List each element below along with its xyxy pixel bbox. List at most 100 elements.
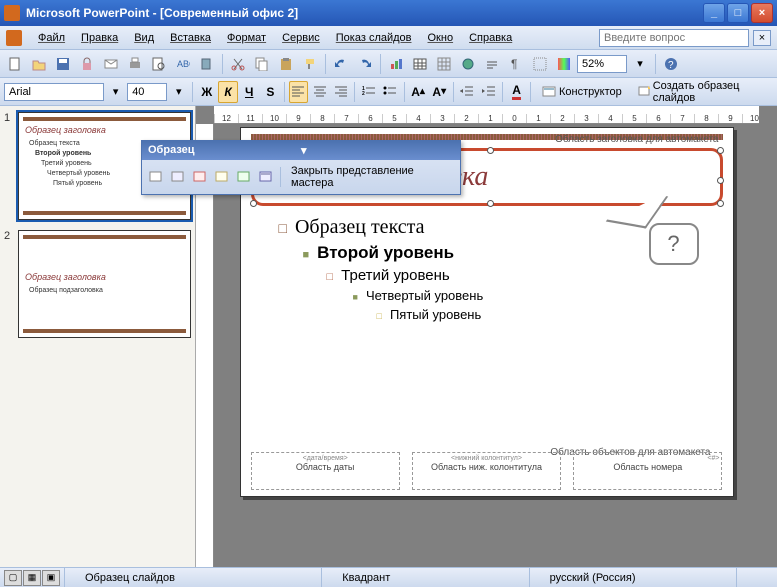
show-formatting-button[interactable]: ¶ (505, 53, 527, 75)
tables-borders-button[interactable] (433, 53, 455, 75)
close-master-view-button[interactable]: Закрыть представление мастера (285, 163, 456, 191)
insert-title-master-button[interactable] (168, 167, 188, 187)
menu-slideshow[interactable]: Показ слайдов (328, 29, 420, 47)
insert-slide-master-button[interactable] (146, 167, 166, 187)
separator (280, 167, 281, 187)
new-button[interactable] (4, 53, 26, 75)
cut-button[interactable] (227, 53, 249, 75)
standard-toolbar: ABC ¶ ▾ ? (0, 50, 777, 78)
outline-level-3[interactable]: Третий уровень (327, 267, 713, 284)
open-button[interactable] (28, 53, 50, 75)
permission-button[interactable] (76, 53, 98, 75)
grid-guides-button[interactable] (529, 53, 551, 75)
font-color-button[interactable]: A (507, 81, 526, 103)
align-left-button[interactable] (289, 81, 308, 103)
master-view-toolbar[interactable]: Образец ▾ Закрыть представление мастера (141, 140, 461, 195)
outdent-icon (460, 85, 474, 99)
ask-question-input[interactable] (599, 29, 749, 47)
menu-view[interactable]: Вид (126, 29, 162, 47)
redo-icon (358, 57, 372, 71)
align-center-icon (313, 85, 327, 99)
lock-icon (80, 57, 94, 71)
date-placeholder[interactable]: <дата/время>Область даты (251, 452, 400, 490)
guides-icon (533, 57, 547, 71)
size-dropdown[interactable]: ▾ (169, 81, 188, 103)
open-icon (32, 57, 46, 71)
menu-file[interactable]: Файл (30, 29, 73, 47)
designer-button[interactable]: Конструктор (535, 81, 629, 103)
menu-insert[interactable]: Вставка (162, 29, 219, 47)
help-callout[interactable]: ? (649, 223, 699, 265)
footer-placeholder[interactable]: <нижний колонтитул>Область ниж. колонтит… (412, 452, 561, 490)
email-button[interactable] (100, 53, 122, 75)
increase-indent-button[interactable] (479, 81, 498, 103)
research-button[interactable] (196, 53, 218, 75)
body-placeholder[interactable]: Образец текста Второй уровень Третий уро… (261, 216, 713, 444)
normal-view-button[interactable]: ▢ (4, 570, 22, 586)
print-button[interactable] (124, 53, 146, 75)
number-placeholder[interactable]: <#>Область номера (573, 452, 722, 490)
menu-window[interactable]: Окно (420, 29, 462, 47)
increase-font-button[interactable]: A▴ (409, 81, 428, 103)
status-extra (736, 568, 777, 587)
table-button[interactable] (409, 53, 431, 75)
slideshow-view-button[interactable]: ▣ (42, 570, 60, 586)
underline-button[interactable]: Ч (240, 81, 259, 103)
horizontal-ruler[interactable]: 1211109876543210123456789101112 (214, 106, 759, 124)
title-bar: Microsoft PowerPoint - [Современный офис… (0, 0, 777, 26)
delete-master-button[interactable] (190, 167, 210, 187)
decrease-indent-button[interactable] (458, 81, 477, 103)
decrease-font-button[interactable]: A▾ (430, 81, 449, 103)
bold-button[interactable]: Ж (197, 81, 216, 103)
minimize-button[interactable]: _ (703, 3, 725, 23)
research-icon (200, 57, 214, 71)
rename-master-button[interactable] (234, 167, 254, 187)
close-button[interactable]: × (751, 3, 773, 23)
doc-icon (6, 30, 22, 46)
spelling-button[interactable]: ABC (172, 53, 194, 75)
new-slide-master-button[interactable]: Создать образец слайдов (631, 81, 773, 103)
status-language[interactable]: русский (Россия) (529, 568, 736, 587)
menu-help[interactable]: Справка (461, 29, 520, 47)
align-right-button[interactable] (331, 81, 350, 103)
redo-button[interactable] (354, 53, 376, 75)
zoom-input[interactable] (577, 55, 627, 73)
zoom-dropdown[interactable]: ▾ (629, 53, 651, 75)
status-layout: Квадрант (321, 568, 528, 587)
mdi-close-button[interactable]: × (753, 30, 771, 46)
hyperlink-button[interactable] (457, 53, 479, 75)
bullets-button[interactable] (380, 81, 399, 103)
master-layout-button[interactable] (256, 167, 276, 187)
outline-level-4[interactable]: Четвертый уровень (353, 288, 713, 303)
preserve-master-button[interactable] (212, 167, 232, 187)
preview-button[interactable] (148, 53, 170, 75)
italic-button[interactable]: К (218, 81, 237, 103)
expand-button[interactable] (481, 53, 503, 75)
font-dropdown[interactable]: ▾ (106, 81, 125, 103)
color-button[interactable] (553, 53, 575, 75)
copy-button[interactable] (251, 53, 273, 75)
save-button[interactable] (52, 53, 74, 75)
float-dropdown-icon[interactable]: ▾ (301, 144, 454, 157)
sorter-view-button[interactable]: ▦ (23, 570, 41, 586)
float-toolbar-title[interactable]: Образец ▾ (142, 141, 460, 160)
menu-edit[interactable]: Правка (73, 29, 126, 47)
undo-button[interactable] (330, 53, 352, 75)
align-center-button[interactable] (310, 81, 329, 103)
paste-button[interactable] (275, 53, 297, 75)
help-button[interactable]: ? (660, 53, 682, 75)
separator (222, 54, 223, 74)
para-icon: ¶ (509, 57, 523, 71)
size-select[interactable] (127, 83, 167, 101)
menu-tools[interactable]: Сервис (274, 29, 328, 47)
menu-format[interactable]: Формат (219, 29, 274, 47)
format-painter-button[interactable] (299, 53, 321, 75)
maximize-button[interactable]: □ (727, 3, 749, 23)
thumbnail[interactable]: 2 Образец заголовка Образец подзаголовка (4, 230, 191, 338)
font-select[interactable] (4, 83, 104, 101)
shadow-button[interactable]: S (261, 81, 280, 103)
chart-button[interactable] (385, 53, 407, 75)
save-icon (56, 57, 70, 71)
numbering-button[interactable]: 12 (359, 81, 378, 103)
outline-level-5[interactable]: Пятый уровень (377, 307, 713, 322)
